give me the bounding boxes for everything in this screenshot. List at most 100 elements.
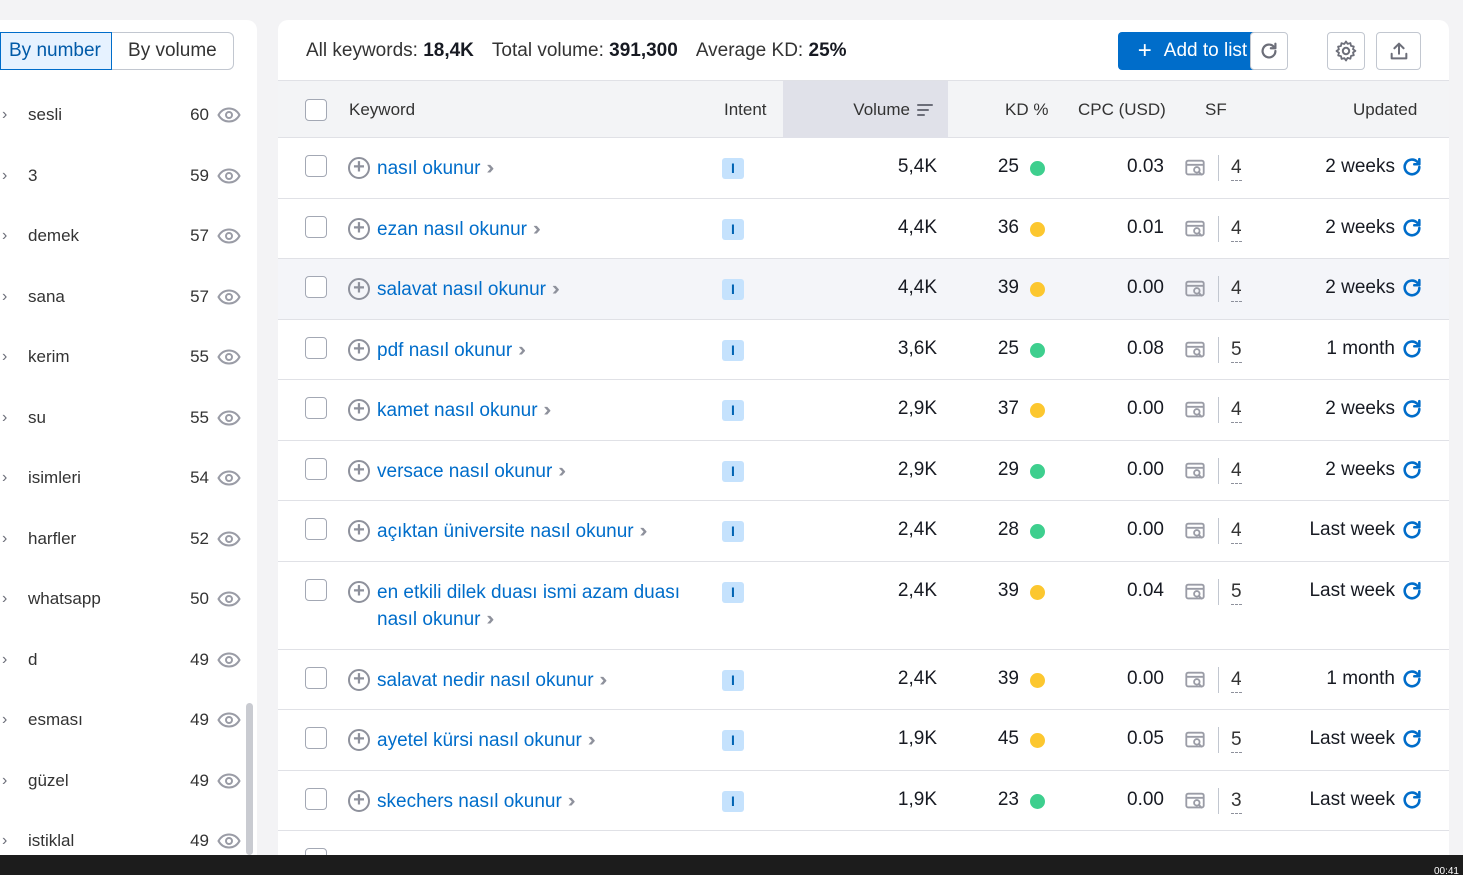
serp-features-icon[interactable] xyxy=(1184,581,1206,603)
word-group-item[interactable]: › whatsapp 50 xyxy=(0,569,245,630)
eye-icon[interactable] xyxy=(217,168,241,184)
double-chevron-icon[interactable]: ›› xyxy=(544,400,551,421)
serp-features-icon[interactable] xyxy=(1184,520,1206,542)
eye-icon[interactable] xyxy=(217,410,241,426)
double-chevron-icon[interactable]: ›› xyxy=(640,521,647,542)
eye-icon[interactable] xyxy=(217,228,241,244)
refresh-row-icon[interactable] xyxy=(1401,398,1423,420)
refresh-row-icon[interactable] xyxy=(1401,668,1423,690)
double-chevron-icon[interactable]: ›› xyxy=(552,279,559,300)
sf-count[interactable]: 4 xyxy=(1231,668,1242,693)
eye-icon[interactable] xyxy=(217,349,241,365)
keyword-link[interactable]: salavat nedir nasıl okunur ›› xyxy=(377,667,717,694)
word-group-item[interactable]: › d 49 xyxy=(0,630,245,691)
add-keyword-icon[interactable]: + xyxy=(348,580,370,603)
serp-features-icon[interactable] xyxy=(1184,460,1206,482)
double-chevron-icon[interactable]: ›› xyxy=(487,158,494,179)
sf-count[interactable]: 5 xyxy=(1231,338,1242,363)
header-intent[interactable]: Intent xyxy=(724,81,767,138)
sf-count[interactable]: 4 xyxy=(1231,217,1242,242)
chevron-right-icon[interactable]: › xyxy=(2,167,7,185)
eye-icon[interactable] xyxy=(217,107,241,123)
refresh-row-icon[interactable] xyxy=(1401,217,1423,239)
header-updated[interactable]: Updated xyxy=(1353,81,1417,138)
eye-icon[interactable] xyxy=(217,289,241,305)
refresh-button[interactable] xyxy=(1250,32,1288,70)
word-group-item[interactable]: › kerim 55 xyxy=(0,327,245,388)
row-checkbox[interactable] xyxy=(305,276,327,298)
word-group-item[interactable]: › isimleri 54 xyxy=(0,448,245,509)
keyword-link[interactable]: ezan nasıl okunur ›› xyxy=(377,216,717,243)
double-chevron-icon[interactable]: ›› xyxy=(600,670,607,691)
add-keyword-icon[interactable]: + xyxy=(348,217,370,240)
chevron-right-icon[interactable]: › xyxy=(2,711,7,729)
select-all-checkbox[interactable] xyxy=(305,98,327,121)
double-chevron-icon[interactable]: ›› xyxy=(568,791,575,812)
chevron-right-icon[interactable]: › xyxy=(2,288,7,306)
keyword-link[interactable]: en etkili dilek duası ismi azam duası na… xyxy=(377,579,717,633)
refresh-row-icon[interactable] xyxy=(1401,580,1423,602)
by-volume-button[interactable]: By volume xyxy=(111,32,234,70)
word-group-item[interactable]: › demek 57 xyxy=(0,206,245,267)
chevron-right-icon[interactable]: › xyxy=(2,772,7,790)
chevron-right-icon[interactable]: › xyxy=(2,590,7,608)
keyword-link[interactable]: pdf nasıl okunur ›› xyxy=(377,337,717,364)
chevron-right-icon[interactable]: › xyxy=(2,348,7,366)
add-keyword-icon[interactable]: + xyxy=(348,729,370,751)
add-to-list-button[interactable]: + Add to list xyxy=(1118,32,1267,70)
eye-icon[interactable] xyxy=(217,531,241,547)
header-kd[interactable]: KD % xyxy=(1005,81,1048,138)
sf-count[interactable]: 4 xyxy=(1231,277,1242,302)
row-checkbox[interactable] xyxy=(305,727,327,749)
serp-features-icon[interactable] xyxy=(1184,729,1206,751)
row-checkbox[interactable] xyxy=(305,336,327,359)
header-volume[interactable]: Volume xyxy=(783,81,948,138)
sf-count[interactable]: 3 xyxy=(1231,789,1242,814)
keyword-link[interactable]: nasıl okunur ›› xyxy=(377,155,717,182)
refresh-row-icon[interactable] xyxy=(1401,338,1423,360)
row-checkbox[interactable] xyxy=(305,518,327,540)
settings-button[interactable] xyxy=(1327,32,1365,70)
keyword-link[interactable]: açıktan üniversite nasıl okunur ›› xyxy=(377,518,717,545)
chevron-right-icon[interactable]: › xyxy=(2,409,7,427)
chevron-right-icon[interactable]: › xyxy=(2,106,7,124)
row-checkbox[interactable] xyxy=(305,457,327,480)
row-checkbox[interactable] xyxy=(305,397,327,419)
double-chevron-icon[interactable]: ›› xyxy=(487,609,494,630)
word-group-item[interactable]: › 3 59 xyxy=(0,146,245,207)
word-group-item[interactable]: › sana 57 xyxy=(0,267,245,328)
chevron-right-icon[interactable]: › xyxy=(2,227,7,245)
word-group-item[interactable]: › esması 49 xyxy=(0,690,245,751)
eye-icon[interactable] xyxy=(217,833,241,849)
serp-features-icon[interactable] xyxy=(1184,790,1206,812)
refresh-row-icon[interactable] xyxy=(1401,789,1423,811)
row-checkbox[interactable] xyxy=(305,787,327,810)
sf-count[interactable]: 4 xyxy=(1231,398,1242,423)
row-checkbox[interactable] xyxy=(305,666,327,689)
double-chevron-icon[interactable]: ›› xyxy=(533,219,540,240)
chevron-right-icon[interactable]: › xyxy=(2,651,7,669)
row-checkbox[interactable] xyxy=(305,578,327,601)
header-sf[interactable]: SF xyxy=(1205,81,1227,138)
serp-features-icon[interactable] xyxy=(1184,157,1206,179)
serp-features-icon[interactable] xyxy=(1184,399,1206,421)
scrollbar[interactable] xyxy=(246,703,253,855)
export-button[interactable] xyxy=(1376,32,1421,70)
keyword-link[interactable]: kamet nasıl okunur ›› xyxy=(377,397,717,424)
eye-icon[interactable] xyxy=(217,470,241,486)
header-cpc[interactable]: CPC (USD) xyxy=(1078,81,1166,138)
add-keyword-icon[interactable]: + xyxy=(348,459,370,482)
sf-count[interactable]: 4 xyxy=(1231,156,1242,181)
by-number-button[interactable]: By number xyxy=(0,32,112,70)
header-keyword[interactable]: Keyword xyxy=(349,81,415,138)
keyword-link[interactable]: ayetel kürsi nasıl okunur ›› xyxy=(377,727,717,754)
refresh-row-icon[interactable] xyxy=(1401,277,1423,299)
keyword-link[interactable]: salavat nasıl okunur ›› xyxy=(377,276,717,303)
double-chevron-icon[interactable]: ›› xyxy=(558,461,565,482)
eye-icon[interactable] xyxy=(217,773,241,789)
row-checkbox[interactable] xyxy=(305,215,327,238)
keyword-link[interactable]: skechers nasıl okunur ›› xyxy=(377,788,717,815)
serp-features-icon[interactable] xyxy=(1184,278,1206,300)
sf-count[interactable]: 5 xyxy=(1231,728,1242,753)
add-keyword-icon[interactable]: + xyxy=(348,789,370,812)
